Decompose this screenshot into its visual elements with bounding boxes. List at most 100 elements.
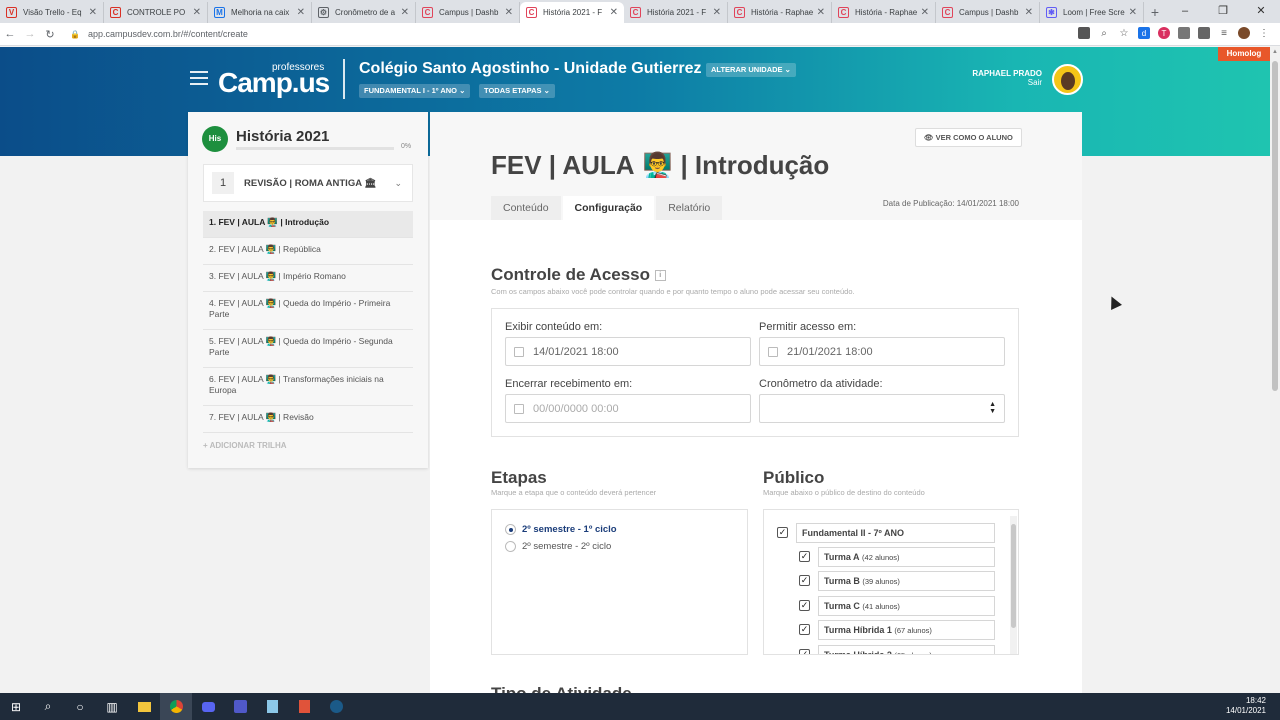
sidebar-lesson-item[interactable]: 5. FEV | AULA 👨‍🏫 | Queda do Império - S… [203, 330, 413, 368]
etapa-option-1[interactable]: 2º semestre - 1º ciclo [505, 524, 617, 535]
etapas-select[interactable]: TODAS ETAPAS ⌄ [479, 84, 555, 98]
close-tab-icon[interactable]: ✕ [193, 7, 201, 18]
tab-relatorio[interactable]: Relatório [656, 196, 723, 220]
url-text[interactable]: app.campusdev.com.br/#/content/create [88, 29, 248, 39]
close-tab-icon[interactable]: ✕ [921, 7, 929, 18]
browser-tab[interactable]: C História 2021 - F ✕ [520, 2, 624, 23]
minimize-icon[interactable]: – [1166, 0, 1204, 23]
discord-icon[interactable] [192, 693, 224, 720]
address-bar: ← → ↻ 🔒 app.campusdev.com.br/#/content/c… [0, 23, 1280, 46]
close-tab-icon[interactable]: ✕ [1129, 7, 1137, 18]
browser-tab[interactable]: ⚙ Cronômetro de a ✕ [312, 2, 416, 23]
new-tab-button[interactable]: + [1144, 2, 1166, 23]
sidebar-lesson-item[interactable]: 1. FEV | AULA 👨‍🏫 | Introdução [203, 211, 413, 238]
tab-title: Campus | Dashb [959, 8, 1019, 17]
browser-tab[interactable]: C História 2021 - F ✕ [624, 2, 728, 23]
activity-timer-select[interactable]: ▲ ▼ [759, 394, 1005, 423]
tab-title: Loom | Free Scre [1063, 8, 1125, 17]
close-tab-icon[interactable]: ✕ [1025, 7, 1033, 18]
close-tab-icon[interactable]: ✕ [401, 7, 409, 18]
add-trail-button[interactable]: + ADICIONAR TRILHA [203, 441, 287, 450]
extensions-puzzle-icon[interactable] [1198, 27, 1210, 39]
reading-list-icon[interactable]: ≡ [1218, 27, 1230, 39]
browser-tab[interactable]: M Melhoria na caix ✕ [208, 2, 312, 23]
windows-start-icon[interactable]: ⊞ [0, 693, 32, 720]
browser-tab[interactable]: C Campus | Dashb ✕ [416, 2, 520, 23]
turma-count: (65 alunos) [894, 651, 932, 654]
zoom-icon[interactable]: ⌕ [1098, 27, 1110, 39]
radio-selected-icon[interactable] [505, 524, 516, 535]
checkbox-checked-icon[interactable]: ✓ [799, 648, 810, 654]
page-scrollbar-thumb[interactable] [1272, 61, 1278, 391]
back-icon[interactable]: ← [0, 28, 20, 40]
t-extension-icon[interactable]: T [1158, 27, 1170, 39]
box-extension-icon[interactable] [1178, 27, 1190, 39]
d-extension-icon[interactable]: d [1138, 27, 1150, 39]
close-submission-field[interactable]: 00/00/0000 00:00 [505, 394, 751, 423]
hamburger-menu-icon[interactable] [190, 71, 208, 89]
chevron-down-icon[interactable]: ⌄ [394, 178, 402, 189]
checkbox-checked-icon[interactable]: ✓ [799, 624, 810, 636]
calendar-icon [514, 403, 524, 414]
browser-tab[interactable]: C Campus | Dashb ✕ [936, 2, 1040, 23]
checkbox-checked-icon[interactable]: ✓ [799, 599, 810, 611]
browser-tab[interactable]: ✱ Loom | Free Scre ✕ [1040, 2, 1144, 23]
task-view-icon[interactable]: ▥ [96, 693, 128, 720]
user-avatar[interactable] [1052, 64, 1083, 95]
grade-select-label: FUNDAMENTAL I - 1º ANO [364, 86, 458, 95]
app-icon[interactable] [288, 693, 320, 720]
chrome-icon[interactable] [160, 693, 192, 720]
notepad-icon[interactable] [256, 693, 288, 720]
sidebar-lesson-item[interactable]: 3. FEV | AULA 👨‍🏫 | Império Romano [203, 265, 413, 292]
cortana-icon[interactable]: ○ [64, 693, 96, 720]
sidebar-lesson-item[interactable]: 7. FEV | AULA 👨‍🏫 | Revisão [203, 406, 413, 433]
sidebar-lesson-item[interactable]: 4. FEV | AULA 👨‍🏫 | Queda do Império - P… [203, 292, 413, 330]
browser-tab[interactable]: C História - Raphae ✕ [832, 2, 936, 23]
system-clock[interactable]: 18:42 14/01/2021 [1226, 696, 1266, 716]
file-explorer-icon[interactable] [128, 693, 160, 720]
close-tab-icon[interactable]: ✕ [297, 7, 305, 18]
sidebar-lesson-item[interactable]: 2. FEV | AULA 👨‍🏫 | República [203, 238, 413, 265]
camera-icon[interactable] [1078, 27, 1090, 39]
view-as-student-button[interactable]: 👁 VER COMO O ALUNO [915, 128, 1022, 147]
close-tab-icon[interactable]: ✕ [610, 7, 618, 18]
checkbox-checked-icon[interactable]: ✓ [799, 575, 810, 587]
scroll-up-icon[interactable]: ▲ [1272, 49, 1278, 55]
close-tab-icon[interactable]: ✕ [89, 7, 97, 18]
sidebar-lesson-item[interactable]: 6. FEV | AULA 👨‍🏫 | Transformações inici… [203, 368, 413, 406]
steam-icon[interactable] [320, 693, 352, 720]
grade-select[interactable]: FUNDAMENTAL I - 1º ANO ⌄ [359, 84, 471, 98]
search-icon[interactable]: ⌕ [32, 693, 64, 720]
restore-icon[interactable]: ❐ [1204, 0, 1242, 23]
browser-tab[interactable]: V Visão Trello - Eq ✕ [0, 2, 104, 23]
alterar-unidade-button[interactable]: ALTERAR UNIDADE ⌄ [706, 63, 796, 77]
etapa-option-2[interactable]: 2º semestre - 2º ciclo [505, 541, 611, 552]
browser-tab[interactable]: C CONTROLE PO ✕ [104, 2, 208, 23]
menu-dots-icon[interactable]: ⋮ [1258, 27, 1270, 39]
publico-scrollbar[interactable] [1010, 516, 1017, 654]
allow-access-field[interactable]: 21/01/2021 18:00 [759, 337, 1005, 366]
close-tab-icon[interactable]: ✕ [713, 7, 721, 18]
close-tab-icon[interactable]: ✕ [817, 7, 825, 18]
teams-icon[interactable] [224, 693, 256, 720]
star-icon[interactable]: ☆ [1118, 27, 1130, 39]
show-content-field[interactable]: 14/01/2021 18:00 [505, 337, 751, 366]
profile-avatar-icon[interactable] [1238, 27, 1250, 39]
tab-favicon-icon: ✱ [1046, 7, 1057, 18]
close-tab-icon[interactable]: ✕ [505, 7, 513, 18]
logout-link[interactable]: Sair [972, 78, 1042, 87]
info-icon[interactable]: i [654, 270, 666, 282]
tab-configuracao[interactable]: Configuração [562, 196, 655, 220]
publico-scrollbar-thumb[interactable] [1011, 524, 1016, 628]
reload-icon[interactable]: ↻ [40, 28, 60, 41]
url-field[interactable]: 🔒 app.campusdev.com.br/#/content/create [70, 29, 248, 39]
close-window-icon[interactable]: ✕ [1242, 0, 1280, 23]
forward-icon[interactable]: → [20, 28, 40, 40]
module-header[interactable]: 1 REVISÃO | ROMA ANTIGA 🏛 ⌄ [203, 164, 413, 202]
page-scrollbar[interactable]: ▲ [1270, 47, 1280, 693]
checkbox-checked-icon[interactable]: ✓ [777, 527, 788, 538]
checkbox-checked-icon[interactable]: ✓ [799, 551, 810, 562]
tab-conteudo[interactable]: Conteúdo [491, 196, 561, 220]
browser-tab[interactable]: C História - Raphae ✕ [728, 2, 832, 23]
radio-empty-icon[interactable] [505, 541, 516, 552]
